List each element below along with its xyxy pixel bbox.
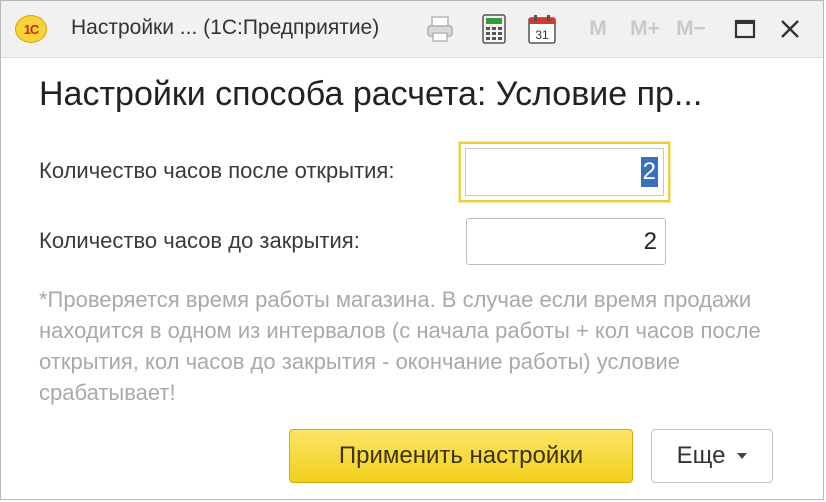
chevron-down-icon [737, 453, 748, 459]
title-bar[interactable]: 1С Настройки ... (1С:Предприятие) 31 M M… [1, 1, 823, 58]
more-button[interactable]: Еще [651, 429, 773, 483]
maximize-icon[interactable] [729, 13, 761, 45]
apply-settings-button[interactable]: Применить настройки [289, 429, 633, 483]
memory-m-button[interactable]: M [583, 13, 613, 45]
1c-logo-icon[interactable]: 1С [15, 15, 47, 43]
calendar-day: 31 [535, 28, 549, 42]
memory-plus-button[interactable]: M+ [625, 13, 665, 45]
selected-value: 2 [640, 157, 658, 187]
window-title: Настройки ... (1С:Предприятие) [71, 16, 380, 39]
dialog-window: 1С Настройки ... (1С:Предприятие) 31 M M… [0, 0, 824, 500]
calculator-icon[interactable] [479, 13, 509, 45]
dialog-heading: Настройки способа расчета: Условие пр... [39, 75, 703, 113]
close-icon[interactable] [773, 13, 807, 45]
hint-text: *Проверяется время работы магазина. В сл… [39, 287, 761, 405]
more-button-label: Еще [676, 442, 726, 469]
calendar-icon[interactable]: 31 [527, 13, 557, 45]
hours-after-opening-input[interactable]: 2 [459, 142, 670, 202]
memory-minus-button[interactable]: M− [671, 13, 711, 45]
input-inner-border [465, 148, 664, 196]
hours-before-closing-label: Количество часов до закрытия: [39, 228, 360, 253]
hours-before-closing-input[interactable]: 2 [466, 218, 666, 265]
printer-icon[interactable] [423, 13, 457, 45]
hours-after-opening-label: Количество часов после открытия: [39, 158, 395, 183]
